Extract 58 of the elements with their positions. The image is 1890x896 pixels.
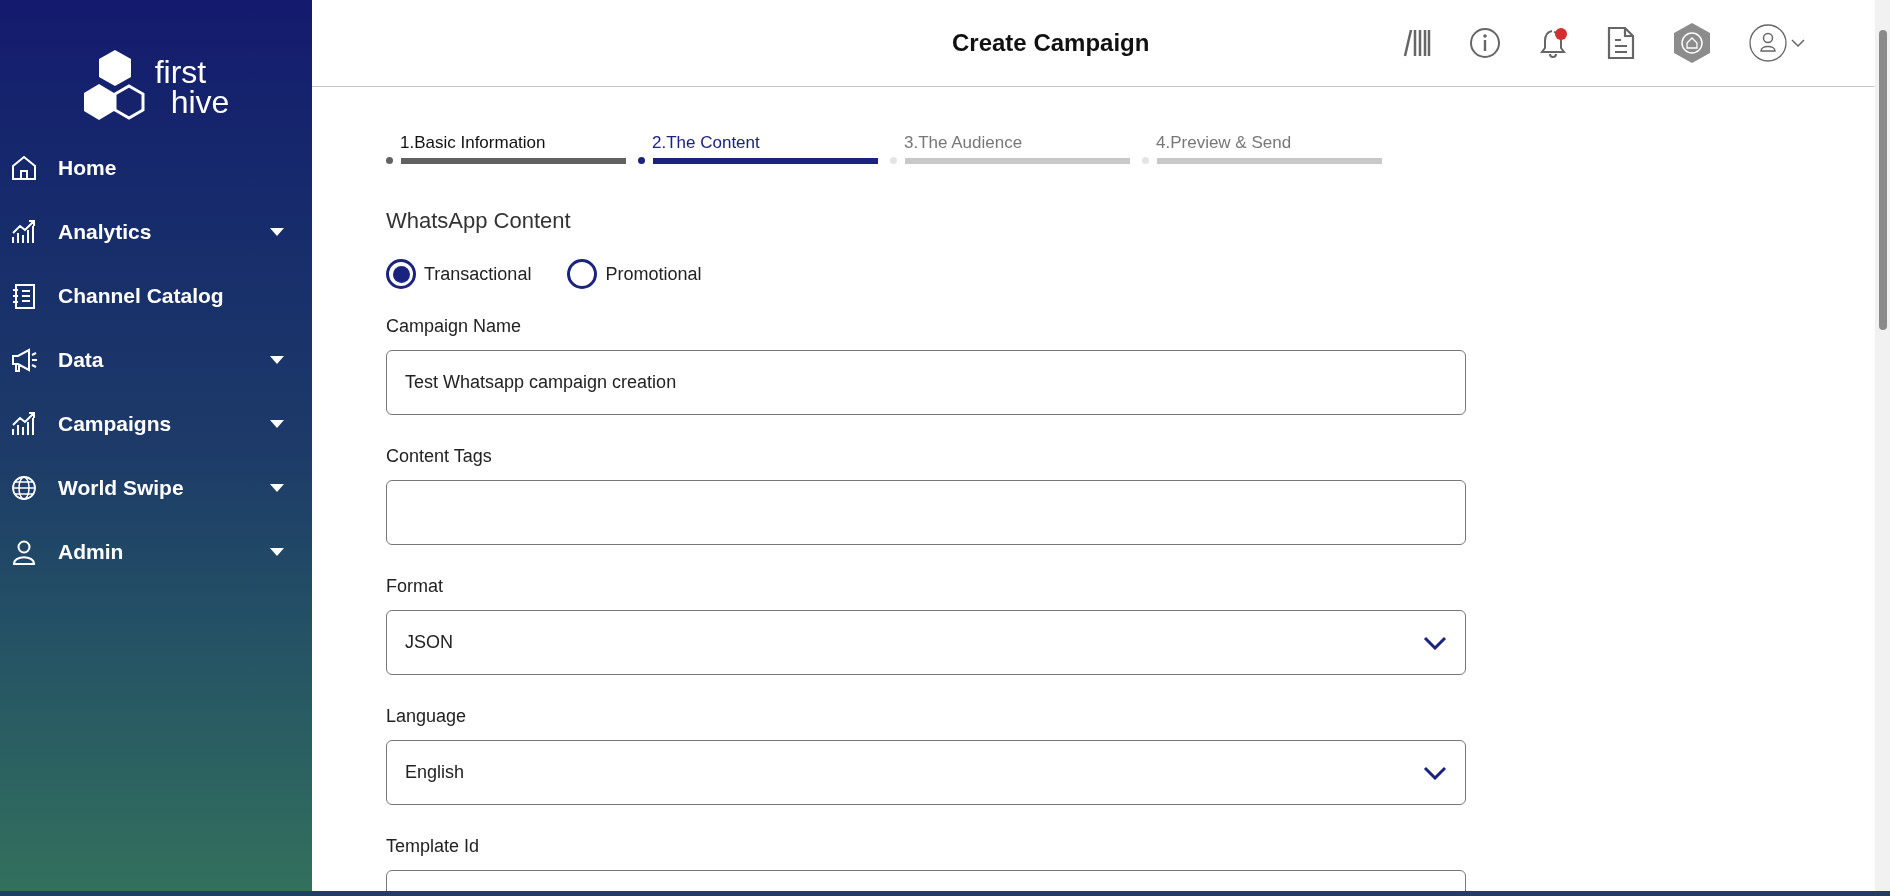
notification-bell-icon[interactable] (1539, 27, 1569, 59)
sidebar-item[interactable]: Data (0, 328, 312, 392)
scrollbar[interactable] (1875, 0, 1890, 891)
chevron-down-icon (1423, 765, 1447, 780)
sidebar-item-label: Analytics (58, 219, 152, 246)
notebook-icon (10, 282, 38, 310)
step-tab[interactable]: 1.Basic Information (386, 133, 626, 153)
chart-icon (10, 218, 38, 246)
scrollbar-thumb[interactable] (1878, 30, 1887, 330)
dropdown-caret-icon (270, 228, 284, 236)
radio-button[interactable] (567, 259, 598, 289)
dropdown-field[interactable]: English (386, 740, 1466, 805)
sidebar-item-label: Admin (58, 539, 124, 566)
radio-label: Promotional (605, 262, 702, 286)
radio-button[interactable] (386, 259, 416, 289)
step-tab[interactable]: 2.The Content (638, 133, 878, 153)
sidebar-item[interactable]: Campaigns (0, 392, 312, 456)
dropdown-caret-icon (270, 356, 284, 364)
step-tab[interactable]: 4.Preview & Send (1142, 133, 1382, 153)
sidebar-item-label: Home (58, 155, 117, 182)
user-icon (10, 538, 38, 566)
globe-icon (10, 474, 38, 502)
sidebar-item[interactable]: Analytics (0, 200, 312, 264)
dropdown-caret-icon (270, 484, 284, 492)
sidebar-item-label: World Swipe (58, 475, 184, 502)
input-field[interactable]: Test Whatsapp campaign creation (386, 350, 1466, 415)
field-label: Format (386, 575, 444, 598)
info-icon[interactable] (1469, 27, 1501, 59)
sidebar-item-label: Channel Catalog (58, 283, 224, 310)
field-label: Language (386, 705, 468, 728)
input-field[interactable] (386, 480, 1466, 545)
sidebar-item-label: Campaigns (58, 411, 172, 438)
sidebar-item-label: Data (58, 347, 104, 374)
field-label: Content Tags (386, 445, 493, 468)
field-label: Template Id (386, 835, 481, 858)
section-title: WhatsApp Content (386, 207, 572, 235)
megaphone-icon (10, 346, 38, 374)
hexagon-home-icon[interactable] (1673, 22, 1711, 64)
dropdown-caret-icon (270, 420, 284, 428)
step-tab[interactable]: 3.The Audience (890, 133, 1130, 153)
chart-icon (10, 410, 38, 438)
logo-text: hive (169, 87, 230, 117)
dropdown-field[interactable]: JSON (386, 610, 1466, 675)
barcode-icon[interactable] (1403, 28, 1431, 58)
sidebar-item[interactable]: Home (0, 136, 312, 200)
sidebar-item[interactable]: Channel Catalog (0, 264, 312, 328)
logo-text: first (153, 57, 208, 87)
chevron-down-icon[interactable] (1791, 38, 1805, 48)
radio-label: Transactional (424, 262, 532, 286)
sidebar-item[interactable]: Admin (0, 520, 312, 584)
page-title: Create Campaign (951, 28, 1150, 58)
field-label: Campaign Name (386, 315, 523, 338)
sidebar-item[interactable]: World Swipe (0, 456, 312, 520)
document-icon[interactable] (1607, 26, 1635, 60)
dropdown-caret-icon (270, 548, 284, 556)
chevron-down-icon (1423, 635, 1447, 650)
home-icon (10, 154, 38, 182)
user-avatar-icon[interactable] (1749, 24, 1787, 62)
